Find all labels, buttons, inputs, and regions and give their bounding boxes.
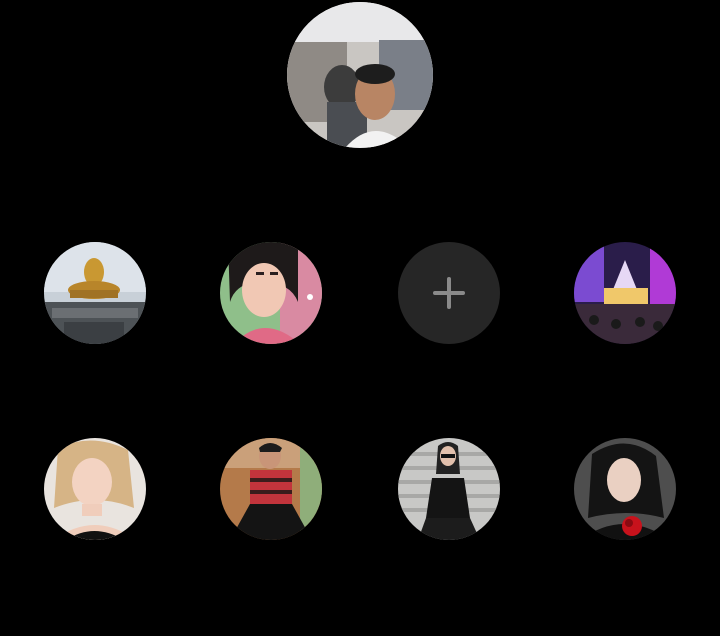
woman-with-rose-photo — [574, 438, 676, 540]
man-sitting-photo — [220, 438, 322, 540]
friend-avatar-6[interactable] — [398, 438, 500, 540]
plus-icon — [433, 277, 465, 309]
woman-on-steps-photo — [398, 438, 500, 540]
friend-avatar-2[interactable] — [220, 242, 322, 344]
temple-buddha-photo — [44, 242, 146, 344]
friend-avatar-5[interactable] — [220, 438, 322, 540]
main-profile-photo — [287, 2, 433, 148]
blonde-woman-photo — [44, 438, 146, 540]
friend-avatar-7[interactable] — [574, 438, 676, 540]
friend-avatar-3[interactable] — [574, 242, 676, 344]
friend-avatar-1[interactable] — [44, 242, 146, 344]
woman-selfie-photo — [220, 242, 322, 344]
add-friend-button[interactable] — [398, 242, 500, 344]
friend-avatar-4[interactable] — [44, 438, 146, 540]
night-festival-photo — [574, 242, 676, 344]
main-profile-avatar[interactable] — [287, 2, 433, 148]
